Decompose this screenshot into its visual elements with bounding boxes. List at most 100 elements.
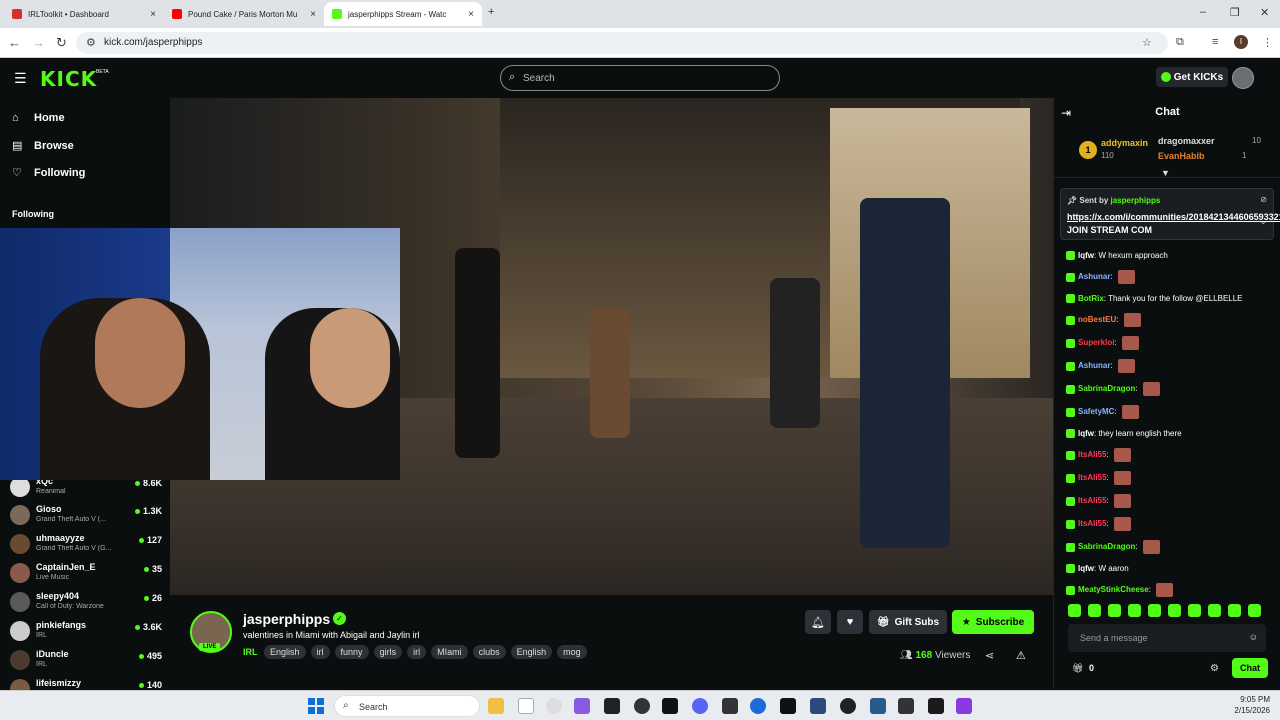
chat-username[interactable]: lqfw xyxy=(1078,429,1094,438)
forward-button[interactable]: → xyxy=(32,35,45,50)
chat-username[interactable]: MeatyStinkCheese xyxy=(1078,585,1149,594)
follow-heart-button[interactable]: ♥ xyxy=(837,610,863,634)
chat-username[interactable]: SabrinaDragon xyxy=(1078,542,1135,551)
share-icon[interactable]: ⋖ xyxy=(985,649,994,662)
get-kicks-button[interactable]: Get KICKs xyxy=(1156,67,1228,87)
tag[interactable]: MIami xyxy=(431,645,468,659)
chat-username[interactable]: noBestEU xyxy=(1078,315,1116,324)
followed-channel-sleepy404[interactable]: sleepy404 Call of Duty: Warzone 26 xyxy=(10,589,162,617)
emote-icon[interactable] xyxy=(1068,604,1081,617)
chat-settings-gear-icon[interactable]: ⚙ xyxy=(1210,663,1219,674)
chrome-icon[interactable] xyxy=(634,698,650,714)
back-button[interactable]: ← xyxy=(8,35,21,50)
tag[interactable]: English xyxy=(264,645,306,659)
tag[interactable]: irl xyxy=(407,645,427,659)
taskbar-search-input[interactable]: ⌕ Search xyxy=(334,695,480,717)
followed-channel-lifeismizzy[interactable]: lifeismizzy 140 xyxy=(10,676,162,690)
app-icon[interactable] xyxy=(898,698,914,714)
chevron-down-icon[interactable]: ⌄ xyxy=(1259,216,1267,227)
close-tab-icon[interactable]: × xyxy=(468,9,474,20)
taskbar-date[interactable]: 2/15/2026 xyxy=(1226,706,1270,715)
app-icon[interactable] xyxy=(662,698,678,714)
sidebar-item-home[interactable]: ⌂ Home xyxy=(12,112,65,124)
emote-icon[interactable] xyxy=(1228,604,1241,617)
emote-icon[interactable] xyxy=(1188,604,1201,617)
app-icon[interactable] xyxy=(870,698,886,714)
close-window-icon[interactable]: ✕ xyxy=(1260,6,1269,19)
windows-start-icon[interactable] xyxy=(308,698,324,714)
sidebar-item-following[interactable]: ♡ Following xyxy=(12,166,85,180)
browser-menu-icon[interactable]: ⋮ xyxy=(1262,36,1273,49)
chat-username[interactable]: SafetyMC xyxy=(1078,407,1114,416)
search-input[interactable]: ⌕ Search xyxy=(500,65,780,91)
leaderboard-user[interactable]: dragomaxxer xyxy=(1158,136,1215,146)
chat-username[interactable]: ItsAli55 xyxy=(1078,496,1106,505)
url-field[interactable] xyxy=(76,32,1168,54)
emoji-picker-icon[interactable]: ☺ xyxy=(1249,632,1258,642)
leaderboard-user[interactable]: EvanHabib xyxy=(1158,151,1205,161)
app-icon[interactable] xyxy=(722,698,738,714)
emote-icon[interactable] xyxy=(1128,604,1141,617)
chat-send-button[interactable]: Chat xyxy=(1232,658,1268,678)
tag[interactable]: mog xyxy=(557,645,587,659)
edge-icon[interactable] xyxy=(750,698,766,714)
chat-username[interactable]: ItsAli55 xyxy=(1078,519,1106,528)
new-tab-button[interactable]: + xyxy=(488,6,494,18)
followed-channel-iduncle[interactable]: iDuncle IRL 495 xyxy=(10,647,162,675)
terminal-icon[interactable] xyxy=(928,698,944,714)
reload-button[interactable]: ↻ xyxy=(56,35,67,51)
followed-channel-gioso[interactable]: Gioso Grand Theft Auto V (... 1.3K xyxy=(10,502,162,530)
tag[interactable]: girls xyxy=(373,645,403,659)
pinned-user[interactable]: jasperphipps xyxy=(1111,196,1161,205)
tag[interactable]: funny xyxy=(334,645,369,659)
followed-channel-pinkiefangs[interactable]: pinkiefangs IRL 3.6K xyxy=(10,618,162,646)
bookmark-star-icon[interactable]: ☆ xyxy=(1142,36,1152,49)
store-app-icon[interactable] xyxy=(574,698,590,714)
site-info-icon[interactable]: ⚙ xyxy=(86,36,96,49)
tag[interactable]: English xyxy=(510,645,553,659)
extensions-icon[interactable]: ⧉ xyxy=(1176,36,1184,49)
unpin-icon[interactable]: ⊘ xyxy=(1260,195,1267,204)
gift-subs-button[interactable]: 🎁︎ Gift Subs xyxy=(869,610,947,634)
followed-channel-captainjen[interactable]: CaptainJen_E Live Music 35 xyxy=(10,560,162,588)
chat-username[interactable]: SabrinaDragon xyxy=(1078,384,1135,393)
subscribe-button[interactable]: ★ Subscribe xyxy=(952,610,1034,634)
stream-category[interactable]: IRL xyxy=(243,647,258,657)
chat-username[interactable]: ItsAli55 xyxy=(1078,473,1106,482)
emote-icon[interactable] xyxy=(1208,604,1221,617)
call-of-duty-icon[interactable] xyxy=(780,698,796,714)
chat-username[interactable]: Superkloi xyxy=(1078,338,1114,347)
close-tab-icon[interactable]: × xyxy=(150,9,156,20)
notepad-icon[interactable] xyxy=(518,698,534,714)
streamer-name[interactable]: jasperphipps xyxy=(243,611,330,627)
discord-icon[interactable] xyxy=(692,698,708,714)
close-tab-icon[interactable]: × xyxy=(310,9,316,20)
emote-icon[interactable] xyxy=(1248,604,1261,617)
notification-bell-button[interactable]: 🔔︎ xyxy=(805,610,831,634)
emote-icon[interactable] xyxy=(1088,604,1101,617)
chat-username[interactable]: lqfw xyxy=(1078,251,1094,260)
kick-logo[interactable]: KICK xyxy=(40,67,97,91)
profile-avatar[interactable]: I xyxy=(1234,35,1248,49)
tab-irltoolkit[interactable]: IRLToolkit • Dashboard × xyxy=(4,2,164,26)
app-icon[interactable] xyxy=(956,698,972,714)
tab-youtube[interactable]: Pound Cake / Paris Morton Mu × xyxy=(164,2,324,26)
leaderboard-user[interactable]: addymaxin xyxy=(1101,138,1148,148)
tag[interactable]: clubs xyxy=(472,645,506,659)
user-avatar[interactable] xyxy=(1232,67,1254,89)
gift-icon[interactable]: 🎁︎ xyxy=(1072,663,1083,674)
tag[interactable]: irl xyxy=(310,645,330,659)
chat-message-input[interactable]: Send a message ☺ xyxy=(1068,624,1266,652)
chat-username[interactable]: BotRix xyxy=(1078,294,1104,303)
report-warning-icon[interactable]: ⚠ xyxy=(1016,649,1026,662)
media-control-icon[interactable]: ≡ xyxy=(1212,36,1218,48)
sidebar-item-browse[interactable]: ▤ Browse xyxy=(12,139,74,153)
url-text[interactable]: kick.com/jasperphipps xyxy=(104,37,202,48)
maximize-icon[interactable]: ❐ xyxy=(1230,6,1240,19)
app-icon[interactable] xyxy=(810,698,826,714)
chat-username[interactable]: ItsAli55 xyxy=(1078,450,1106,459)
taskbar-time[interactable]: 9:05 PM xyxy=(1226,695,1270,704)
app-icon[interactable] xyxy=(840,698,856,714)
file-explorer-icon[interactable] xyxy=(488,698,504,714)
emote-icon[interactable] xyxy=(1168,604,1181,617)
